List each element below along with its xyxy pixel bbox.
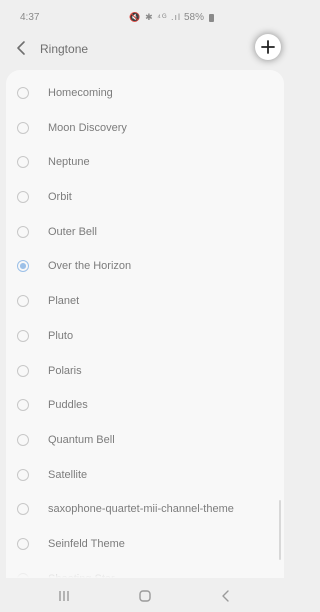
ringtone-item[interactable]: Puddles — [6, 388, 284, 423]
radio-unselected-icon[interactable] — [17, 537, 29, 550]
radio-unselected-icon[interactable] — [17, 433, 29, 446]
app-header: Ringtone — [0, 34, 290, 64]
recents-button[interactable] — [52, 586, 76, 606]
ringtone-label: Planet — [48, 295, 80, 308]
ringtone-label: Polaris — [48, 364, 82, 377]
radio-unselected-icon[interactable] — [17, 399, 29, 412]
ringtone-label: Neptune — [48, 156, 90, 169]
home-button[interactable] — [133, 586, 157, 606]
navigation-bar — [0, 580, 290, 612]
scrollbar[interactable] — [279, 500, 281, 560]
status-indicators: 🔇 ✱ ⁴ᴳ .ıl 58% — [129, 12, 214, 23]
signal-icons: 🔇 ✱ ⁴ᴳ .ıl — [129, 12, 181, 22]
nav-back-button[interactable] — [214, 586, 238, 606]
ringtone-item[interactable]: saxophone-quartet-mii-channel-theme — [6, 492, 284, 527]
home-icon — [139, 590, 151, 602]
ringtone-item[interactable]: Pluto — [6, 319, 284, 354]
ringtone-label: Orbit — [48, 191, 72, 204]
ringtone-list-card: Homecoming Moon Discovery Neptune Orbit Oute… — [6, 70, 284, 578]
ringtone-label: Outer Bell — [48, 225, 97, 238]
ringtone-item[interactable]: Quantum Bell — [6, 423, 284, 458]
list-fade — [6, 560, 284, 578]
back-button[interactable] — [12, 38, 32, 58]
ringtone-item[interactable]: Outer Bell — [6, 215, 284, 250]
battery-percent: 58% — [183, 12, 204, 23]
add-ringtone-button[interactable] — [255, 34, 281, 60]
radio-unselected-icon[interactable] — [17, 295, 29, 308]
recents-icon — [59, 591, 69, 601]
radio-unselected-icon[interactable] — [17, 121, 29, 134]
status-bar: 4:37 🔇 ✱ ⁴ᴳ .ıl 58% — [0, 0, 290, 34]
battery-icon — [209, 13, 214, 22]
ringtone-label: Homecoming — [48, 87, 113, 99]
ringtone-label: Puddles — [48, 399, 88, 412]
radio-unselected-icon[interactable] — [17, 87, 29, 99]
ringtone-item[interactable]: Orbit — [6, 180, 284, 215]
radio-unselected-icon[interactable] — [17, 468, 29, 481]
radio-unselected-icon[interactable] — [17, 503, 29, 516]
ringtone-item[interactable]: Planet — [6, 284, 284, 319]
ringtone-label: Quantum Bell — [48, 433, 115, 446]
radio-selected-icon[interactable] — [17, 260, 29, 273]
ringtone-list: Homecoming Moon Discovery Neptune Orbit Oute… — [6, 76, 284, 578]
ringtone-label: Over the Horizon — [48, 260, 132, 273]
radio-unselected-icon[interactable] — [17, 225, 29, 238]
ringtone-item[interactable]: Neptune — [6, 145, 284, 180]
ringtone-item[interactable]: Satellite — [6, 458, 284, 493]
ringtone-item[interactable]: Polaris — [6, 354, 284, 389]
ringtone-label: Satellite — [48, 468, 88, 481]
chevron-left-icon — [17, 41, 25, 55]
ringtone-item[interactable]: Seinfeld Theme — [6, 527, 284, 562]
status-time: 4:37 — [20, 12, 40, 23]
radio-unselected-icon[interactable] — [17, 156, 29, 169]
ringtone-item[interactable]: Moon Discovery — [6, 111, 284, 146]
back-icon — [222, 590, 229, 602]
ringtone-item[interactable]: Homecoming — [6, 76, 284, 111]
radio-unselected-icon[interactable] — [17, 329, 29, 342]
plus-icon — [261, 40, 275, 54]
ringtone-label: Pluto — [48, 329, 74, 342]
ringtone-item[interactable]: Over the Horizon — [6, 249, 284, 284]
ringtone-label: Seinfeld Theme — [48, 537, 125, 550]
ringtone-label: Moon Discovery — [48, 121, 127, 134]
radio-unselected-icon[interactable] — [17, 364, 29, 377]
page-title: Ringtone — [40, 42, 89, 56]
ringtone-label: saxophone-quartet-mii-channel-theme — [48, 503, 234, 516]
radio-unselected-icon[interactable] — [17, 191, 29, 204]
